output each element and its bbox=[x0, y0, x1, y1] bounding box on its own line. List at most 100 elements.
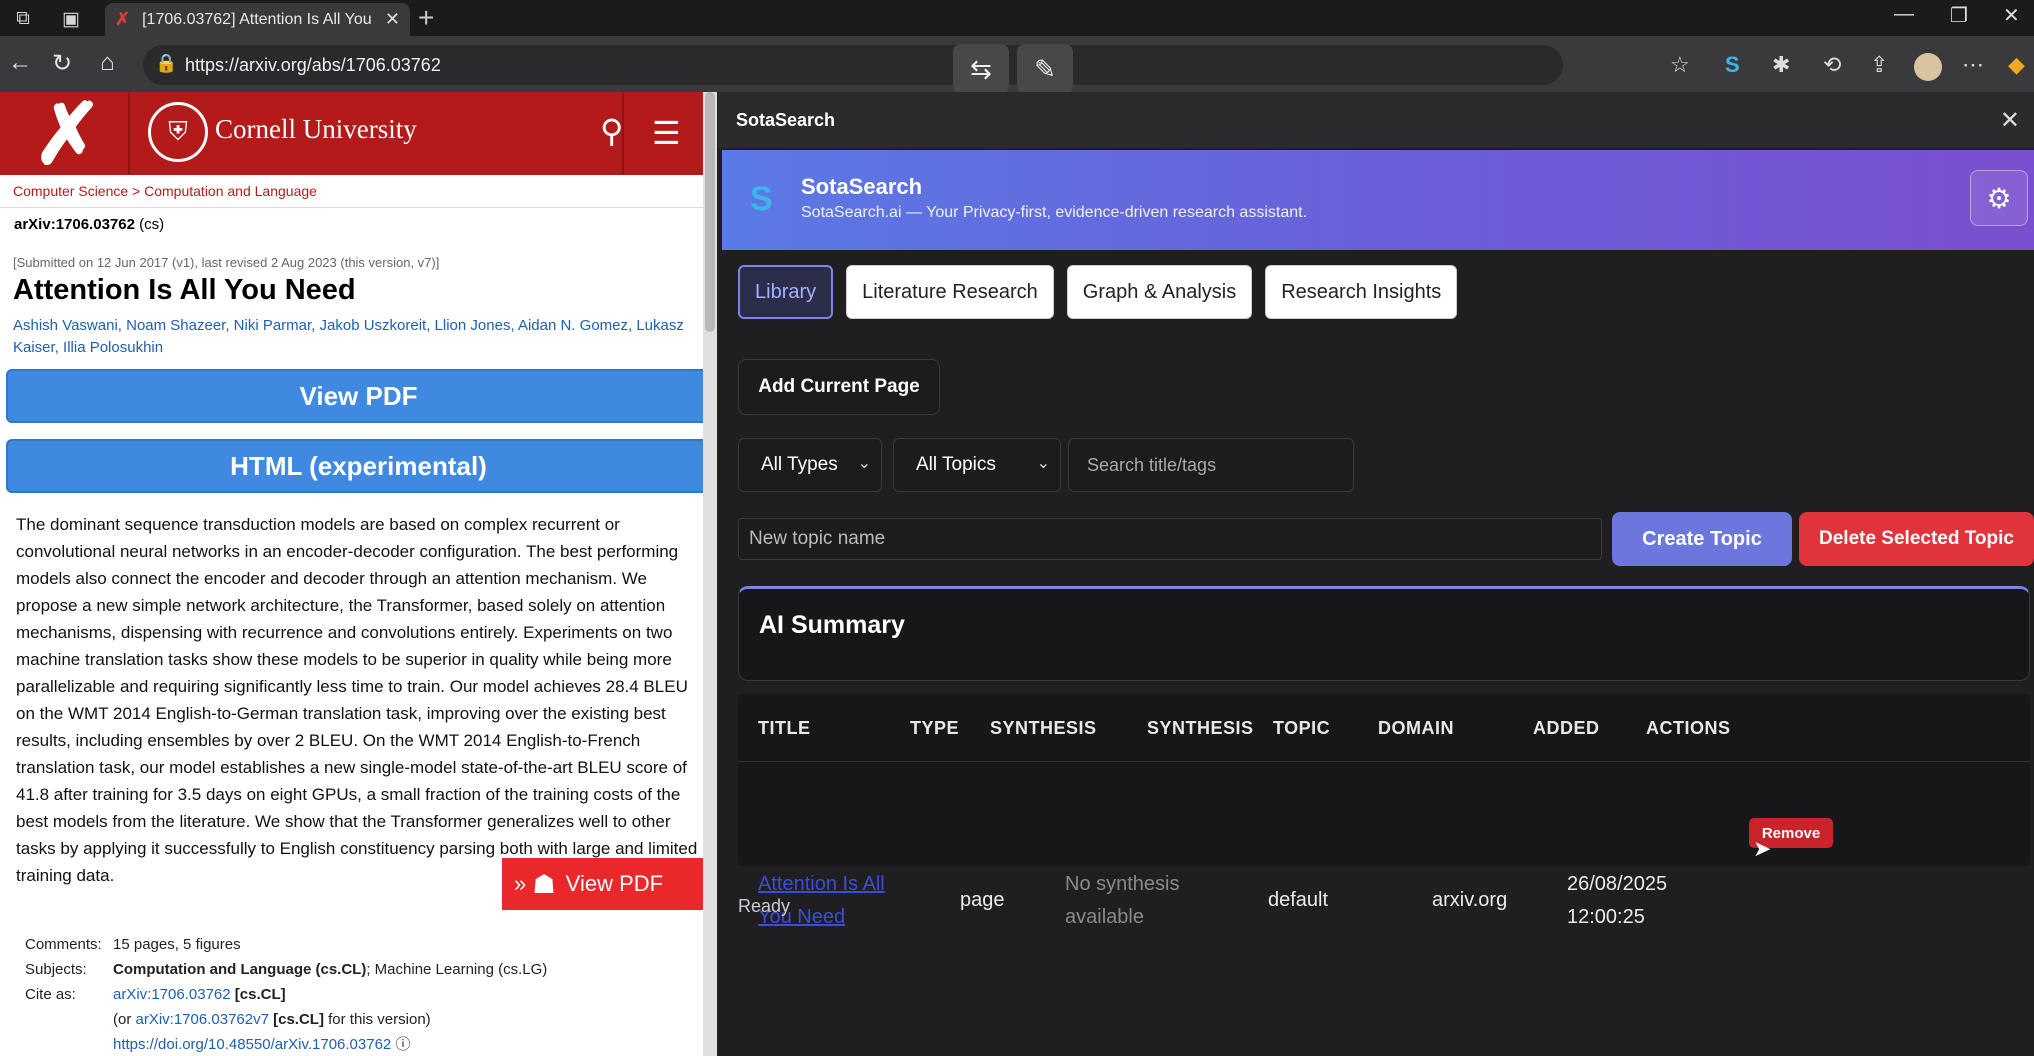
mendeley-view-pdf-button[interactable]: » ☗ View PDF bbox=[502, 858, 704, 910]
history-icon[interactable]: ⟲ bbox=[1823, 52, 1841, 78]
status-text: Ready bbox=[738, 896, 791, 916]
cite-label: Cite as: bbox=[25, 986, 76, 1003]
university-name[interactable]: Cornell University bbox=[215, 114, 417, 145]
arxiv-page: ✗ ⛨ Cornell University ⚲ ☰ Computer Scie… bbox=[0, 92, 717, 1056]
close-panel-icon[interactable]: ✕ bbox=[2000, 106, 2020, 135]
brand-title: SotaSearch bbox=[801, 174, 923, 199]
copilot-icon[interactable]: ◆ bbox=[2008, 52, 2025, 78]
cite-version-link[interactable]: arXiv:1706.03762v7 bbox=[136, 1011, 269, 1028]
cite-link[interactable]: arXiv:1706.03762 bbox=[113, 986, 231, 1003]
tab-literature-research[interactable]: Literature Research bbox=[846, 265, 1054, 319]
tab-library[interactable]: Library bbox=[738, 265, 834, 319]
paper-title: Attention Is All You Need bbox=[13, 274, 356, 306]
browser-tab-active[interactable]: ✗ [1706.03762] Attention Is All You ✕ bbox=[105, 3, 410, 36]
col-actions[interactable]: ACTIONS bbox=[1646, 718, 1731, 739]
settings-gear-icon[interactable]: ⚙ bbox=[1970, 170, 2028, 226]
profile-avatar[interactable] bbox=[1914, 53, 1942, 81]
favorite-star-icon[interactable]: ☆ bbox=[1670, 52, 1690, 78]
row-added: 26/08/2025 12:00:25 bbox=[1567, 873, 1668, 928]
row-synthesis: No synthesis available bbox=[1065, 873, 1180, 928]
create-topic-button[interactable]: Create Topic bbox=[1612, 512, 1792, 566]
sotasearch-extension-icon[interactable]: S bbox=[1725, 52, 1740, 78]
header-divider bbox=[128, 92, 130, 175]
subjects-primary: Computation and Language (cs.CL) bbox=[113, 961, 367, 978]
type-filter-value: All Types bbox=[761, 454, 838, 475]
mouse-cursor-icon: ➤ bbox=[1753, 836, 1772, 861]
topic-filter-select[interactable]: All Topics ⌄ bbox=[893, 438, 1061, 492]
refresh-icon[interactable]: ↻ bbox=[52, 49, 72, 78]
panel-header-title: SotaSearch bbox=[736, 109, 836, 130]
search-title-tags-input[interactable]: Search title/tags bbox=[1068, 438, 1354, 492]
info-icon[interactable]: ⓘ bbox=[395, 1036, 410, 1053]
subjects-label: Subjects: bbox=[25, 961, 87, 978]
tab-actions-icon[interactable]: ▣ bbox=[58, 6, 84, 32]
tab-research-insights[interactable]: Research Insights bbox=[1265, 265, 1458, 319]
type-filter-select[interactable]: All Types ⌄ bbox=[738, 438, 882, 492]
ai-summary-title: AI Summary bbox=[759, 611, 905, 639]
lock-icon[interactable]: 🔒 bbox=[155, 53, 177, 74]
arxiv-favicon-icon: ✗ bbox=[115, 9, 131, 29]
extensions-icon[interactable]: ✱ bbox=[1772, 52, 1790, 78]
arxiv-id: arXiv:1706.03762 bbox=[14, 216, 135, 233]
sotasearch-panel: SotaSearch ✕ S SotaSearch SotaSearch.ai … bbox=[718, 92, 2034, 1056]
doi-link[interactable]: https://doi.org/10.48550/arXiv.1706.0376… bbox=[113, 1036, 391, 1053]
comments-label: Comments: bbox=[25, 936, 102, 953]
cite-version-category: [cs.CL] bbox=[268, 1011, 324, 1028]
delete-topic-button[interactable]: Delete Selected Topic bbox=[1799, 512, 2034, 566]
ai-notes-button[interactable]: ✎ bbox=[1017, 44, 1073, 94]
tab-title: [1706.03762] Attention Is All You bbox=[142, 10, 372, 28]
row-type: page bbox=[960, 889, 1005, 911]
new-tab-icon[interactable]: + bbox=[418, 2, 434, 34]
view-pdf-button[interactable]: View PDF bbox=[6, 369, 711, 423]
mendeley-logo-icon: ☗ bbox=[532, 868, 556, 899]
table-header: TITLE TYPE SYNTHESIS SYNTHESIS TOPIC DOM… bbox=[738, 694, 2030, 762]
col-domain[interactable]: DOMAIN bbox=[1378, 718, 1454, 739]
author-list[interactable]: Ashish Vaswani, Noam Shazeer, Niki Parma… bbox=[0, 307, 717, 359]
hamburger-menu-icon[interactable]: ☰ bbox=[652, 114, 681, 152]
topic-filter-value: All Topics bbox=[916, 454, 996, 475]
url-field[interactable]: https://arxiv.org/abs/1706.03762 bbox=[143, 45, 1563, 85]
brand-tagline: SotaSearch.ai — Your Privacy-first, evid… bbox=[801, 204, 1308, 221]
cite-category: [cs.CL] bbox=[230, 986, 286, 1003]
ai-summary-card: AI Summary bbox=[738, 586, 2030, 681]
panel-tabs: Library Literature Research Graph & Anal… bbox=[738, 265, 1458, 319]
workspaces-icon[interactable]: ⧉ bbox=[10, 6, 36, 32]
close-tab-icon[interactable]: ✕ bbox=[385, 9, 400, 30]
col-title[interactable]: TITLE bbox=[758, 718, 811, 739]
subjects-secondary: ; Machine Learning (cs.LG) bbox=[366, 961, 548, 978]
col-added[interactable]: ADDED bbox=[1533, 718, 1600, 739]
address-toolbar: ← ↻ ⌂ https://arxiv.org/abs/1706.03762 🔒… bbox=[0, 36, 2034, 94]
abstract-text: The dominant sequence transduction model… bbox=[16, 515, 698, 885]
arxiv-logo-icon[interactable]: ✗ bbox=[10, 92, 126, 181]
submission-history: [Submitted on 12 Jun 2017 (v1), last rev… bbox=[13, 255, 440, 270]
comments-value: 15 pages, 5 figures bbox=[113, 936, 241, 953]
cornell-seal-icon[interactable]: ⛨ bbox=[148, 102, 208, 162]
col-synthesis-2[interactable]: SYNTHESIS bbox=[1147, 718, 1254, 739]
share-icon[interactable]: ⇪ bbox=[1870, 52, 1888, 78]
arxiv-id-line: arXiv:1706.03762 (cs) bbox=[0, 208, 717, 233]
search-icon[interactable]: ⚲ bbox=[600, 112, 623, 150]
add-current-page-button[interactable]: Add Current Page bbox=[738, 359, 940, 415]
html-experimental-button[interactable]: HTML (experimental) bbox=[6, 439, 711, 493]
library-table: TITLE TYPE SYNTHESIS SYNTHESIS TOPIC DOM… bbox=[738, 694, 2030, 866]
browser-tab-bar: ⧉ ▣ ✗ [1706.03762] Attention Is All You … bbox=[0, 0, 2034, 36]
chevrons-icon: » bbox=[514, 871, 533, 896]
new-topic-input[interactable]: New topic name bbox=[738, 518, 1602, 560]
chevron-down-icon: ⌄ bbox=[857, 455, 871, 472]
cite-version-prefix: (or bbox=[113, 1011, 136, 1028]
back-icon[interactable]: ← bbox=[8, 49, 32, 77]
split-screen-button[interactable]: ⇆ bbox=[953, 44, 1009, 94]
restore-icon[interactable]: ❐ bbox=[1950, 3, 1968, 28]
more-icon[interactable]: ⋯ bbox=[1962, 52, 1984, 78]
col-topic[interactable]: TOPIC bbox=[1273, 718, 1330, 739]
panel-header: SotaSearch bbox=[718, 92, 2034, 148]
breadcrumb[interactable]: Computer Science > Computation and Langu… bbox=[0, 175, 717, 208]
page-scrollbar-thumb[interactable] bbox=[705, 92, 715, 332]
col-type[interactable]: TYPE bbox=[910, 718, 959, 739]
minimize-icon[interactable]: — bbox=[1894, 3, 1914, 26]
col-synthesis[interactable]: SYNTHESIS bbox=[990, 718, 1097, 739]
row-synthesis-2: default bbox=[1268, 889, 1329, 911]
close-window-icon[interactable]: ✕ bbox=[2003, 3, 2020, 28]
tab-graph-analysis[interactable]: Graph & Analysis bbox=[1066, 265, 1253, 319]
home-icon[interactable]: ⌂ bbox=[100, 49, 115, 77]
